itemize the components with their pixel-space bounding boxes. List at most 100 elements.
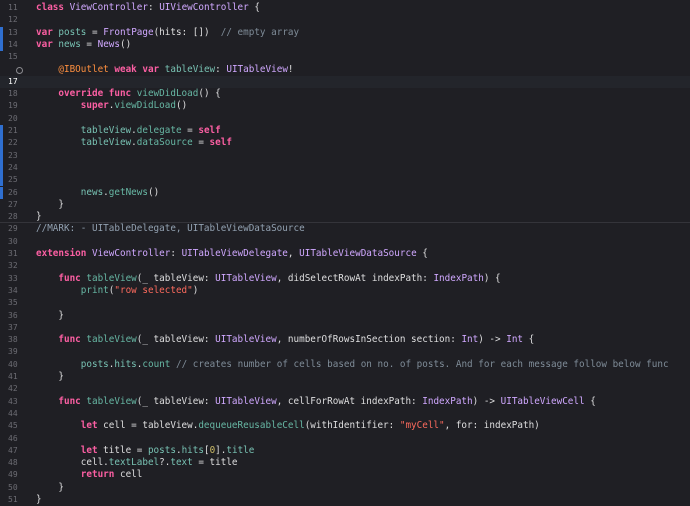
code-token: ViewController — [69, 2, 148, 13]
line-number[interactable]: 44 — [8, 408, 30, 420]
code-editor[interactable]: 11 class ViewController: UIViewController… — [0, 0, 690, 505]
line-number[interactable]: 24 — [8, 162, 30, 174]
code-line[interactable]: 31 extension ViewController: UITableViewD… — [0, 248, 690, 260]
line-number[interactable]: 45 — [8, 420, 30, 432]
code-line[interactable]: 32 — [0, 260, 690, 272]
code-token: } — [36, 211, 42, 223]
code-line[interactable]: 23 — [0, 149, 690, 162]
code-line[interactable]: 46 — [0, 433, 690, 445]
code-line[interactable]: 51} — [0, 494, 690, 506]
code-text: override func viewDidLoad() { — [36, 88, 220, 100]
code-line[interactable]: 47 let title = posts.hits[0].title — [0, 445, 690, 457]
code-line[interactable]: 18 override func viewDidLoad() { — [0, 88, 690, 100]
line-number[interactable]: 29 — [8, 223, 30, 235]
code-token: getNews — [108, 186, 148, 198]
line-number[interactable]: 26 — [8, 187, 30, 199]
code-text: cell.textLabel?.text = title — [36, 457, 238, 469]
code-line[interactable]: 21 tableView.delegate = self — [0, 125, 690, 138]
code-line[interactable]: 50 } — [0, 482, 690, 494]
code-line[interactable]: 41 } — [0, 371, 690, 383]
line-number[interactable]: 19 — [8, 100, 30, 112]
code-line[interactable]: 20 — [0, 113, 690, 125]
code-line[interactable]: 12 — [0, 14, 690, 26]
code-text: var posts = FrontPage(hits: []) // empty… — [36, 27, 299, 39]
code-line[interactable]: 48 cell.textLabel?.text = title — [0, 457, 690, 469]
code-line[interactable]: 36 } — [0, 310, 690, 322]
code-token: : — [170, 248, 182, 259]
line-number[interactable]: 22 — [8, 137, 30, 149]
code-line[interactable]: 13 var posts = FrontPage(hits: []) // emp… — [0, 26, 690, 39]
line-number[interactable]: 32 — [8, 260, 30, 272]
code-line[interactable]: 34 print("row selected") — [0, 285, 690, 297]
line-number[interactable]: 38 — [8, 334, 30, 346]
line-number[interactable]: 43 — [8, 396, 30, 408]
line-number[interactable]: 39 — [8, 346, 30, 358]
line-number[interactable]: 34 — [8, 285, 30, 297]
line-number[interactable]: 42 — [8, 383, 30, 395]
code-line[interactable]: 27 } — [0, 199, 690, 211]
code-text: posts.hits.count // creates number of ce… — [36, 359, 669, 371]
code-token: dequeueReusableCell — [198, 420, 305, 432]
code-line[interactable]: 11 class ViewController: UIViewController… — [0, 2, 690, 14]
code-token: var — [36, 26, 53, 38]
code-line[interactable]: 26 news.getNews() — [0, 186, 690, 199]
line-number[interactable]: 50 — [8, 482, 30, 494]
code-line[interactable]: 17 — [0, 75, 690, 89]
line-number[interactable]: 31 — [8, 248, 30, 260]
line-number[interactable]: 18 — [8, 88, 30, 100]
line-number[interactable]: 35 — [8, 297, 30, 309]
code-line[interactable]: 38 func tableView(_ tableView: UITableVi… — [0, 334, 690, 346]
code-line[interactable]: 30 — [0, 236, 690, 248]
line-number[interactable]: 47 — [8, 445, 30, 457]
line-number[interactable]: 41 — [8, 371, 30, 383]
line-number[interactable]: 12 — [8, 14, 30, 26]
line-number[interactable]: 11 — [8, 2, 30, 14]
line-number[interactable]: 17 — [8, 76, 30, 88]
line-number[interactable]: 46 — [8, 433, 30, 445]
code-line[interactable]: 29 //MARK: - UITableDelegate, UITableView… — [0, 223, 690, 235]
line-number[interactable]: 48 — [8, 457, 30, 469]
line-number[interactable]: 37 — [8, 322, 30, 334]
code-token: posts — [147, 444, 176, 456]
line-number[interactable]: 13 — [8, 27, 30, 39]
line-number[interactable]: 14 — [8, 39, 30, 51]
code-token: super — [80, 100, 109, 112]
code-line[interactable]: 19 super.viewDidLoad() — [0, 100, 690, 112]
line-number[interactable]: 23 — [8, 150, 30, 162]
code-line[interactable]: 40 posts.hits.count // creates number of… — [0, 359, 690, 371]
line-number[interactable]: 33 — [8, 273, 30, 285]
code-token: () — [175, 100, 188, 112]
code-line[interactable]: 39 — [0, 346, 690, 358]
code-token: = title — [192, 457, 238, 469]
line-number[interactable]: 20 — [8, 113, 30, 125]
code-line[interactable]: 25 — [0, 174, 690, 187]
line-number[interactable]: 40 — [8, 359, 30, 371]
line-number[interactable]: 25 — [8, 174, 30, 186]
code-line[interactable]: 22 tableView.dataSource = self — [0, 137, 690, 150]
code-line[interactable]: 37 — [0, 322, 690, 334]
line-number[interactable]: 36 — [8, 310, 30, 322]
code-line[interactable]: @IBOutlet weak var tableView: UITableVie… — [0, 64, 690, 76]
code-line[interactable]: 14 var news = News() — [0, 38, 690, 52]
line-number[interactable]: 21 — [8, 125, 30, 137]
outlet-connection-icon[interactable] — [16, 66, 23, 74]
line-number[interactable]: 49 — [8, 469, 30, 481]
line-number[interactable]: 15 — [8, 51, 30, 63]
code-line[interactable]: 15 — [0, 51, 690, 63]
code-line[interactable]: 42 — [0, 383, 690, 395]
code-line[interactable]: 35 — [0, 297, 690, 309]
code-line[interactable]: 43 func tableView(_ tableView: UITableVi… — [0, 396, 690, 408]
code-text: print("row selected") — [36, 285, 199, 297]
line-number[interactable]: 30 — [8, 236, 30, 248]
code-text: news.getNews() — [36, 187, 159, 199]
code-line[interactable]: 45 let cell = tableView.dequeueReusableC… — [0, 420, 690, 432]
code-line[interactable]: 33 func tableView(_ tableView: UITableVi… — [0, 273, 690, 285]
line-number[interactable]: 51 — [8, 494, 30, 506]
code-line[interactable]: 44 — [0, 408, 690, 420]
code-line[interactable]: 49 return cell — [0, 469, 690, 481]
line-number[interactable]: 27 — [8, 199, 30, 211]
code-line[interactable]: 24 — [0, 161, 690, 175]
code-token: @IBOutlet — [58, 63, 109, 75]
code-text: func tableView(_ tableView: UITableView,… — [36, 273, 500, 285]
